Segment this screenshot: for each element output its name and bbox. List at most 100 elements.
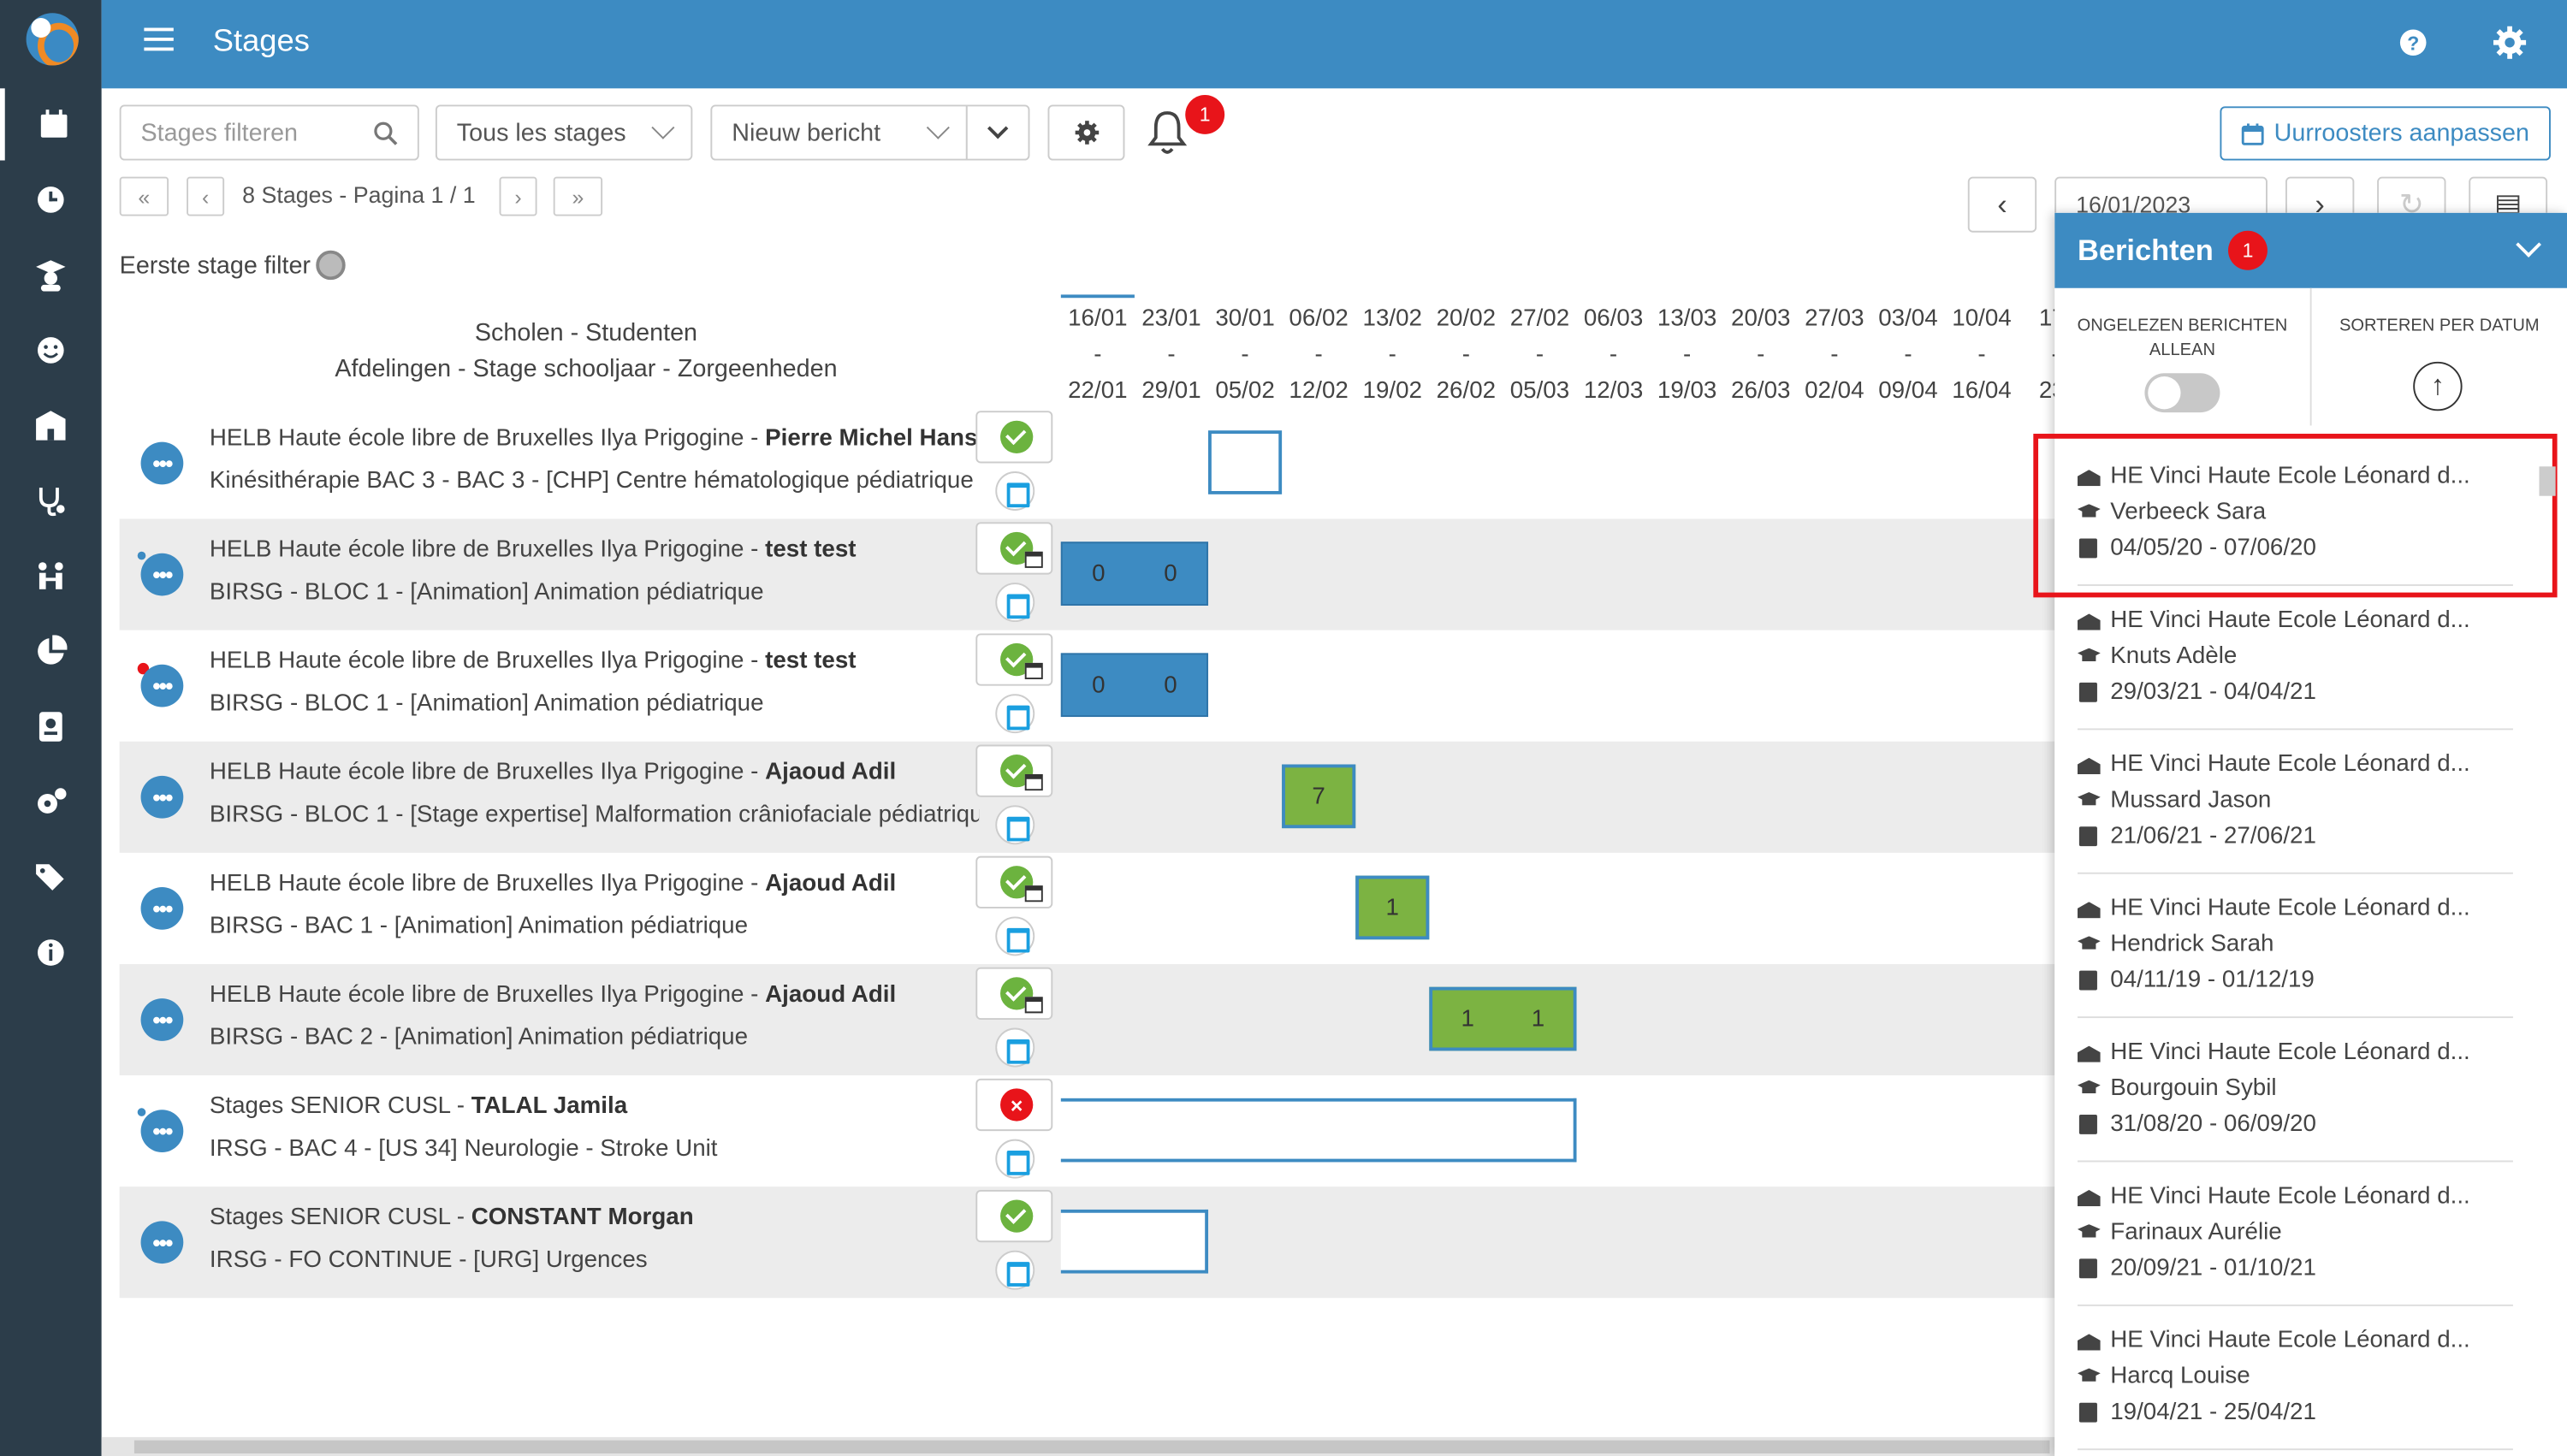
help-icon[interactable]: ? [2397, 27, 2429, 59]
calendar-icon [2078, 826, 2101, 847]
schedule-calendar-button[interactable] [995, 471, 1035, 511]
row-school: HELB Haute école libre de Bruxelles Ilya… [209, 981, 766, 1009]
row-student: Ajaoud Adil [765, 759, 897, 786]
previous-page-button[interactable]: ‹ [187, 176, 225, 216]
first-page-button[interactable]: « [119, 176, 169, 216]
stage-row[interactable]: ••• HELB Haute école libre de Bruxelles I… [120, 407, 2055, 518]
stage-row[interactable]: ••• HELB Haute école libre de Bruxelles I… [119, 741, 2055, 853]
edit-schedules-button[interactable]: Uurroosters aanpassen [2220, 106, 2551, 161]
graduate-icon [2078, 1222, 2101, 1242]
message-dates-line: 19/04/21 - 25/04/21 [2078, 1400, 2316, 1425]
message-type-select[interactable]: Nieuw bericht [710, 104, 968, 161]
smile-icon[interactable] [0, 314, 102, 386]
status-button[interactable] [975, 411, 1053, 464]
row-actions-button[interactable]: ••• [140, 887, 184, 930]
graduate-icon [2078, 1079, 2101, 1098]
status-button[interactable] [975, 1189, 1053, 1243]
message-item[interactable]: HE Vinci Haute Ecole Léonard d... Farinau… [2077, 1162, 2513, 1306]
row-actions-button[interactable]: ••• [140, 1221, 184, 1264]
status-button[interactable]: × [975, 1078, 1053, 1132]
graduate-icon[interactable] [0, 239, 102, 311]
schedule-calendar-button[interactable] [995, 1250, 1035, 1290]
message-school: HE Vinci Haute Ecole Léonard d... [2110, 1039, 2470, 1066]
stage-row[interactable]: ••• HELB Haute école libre de Bruxelles I… [119, 963, 2055, 1076]
tags-icon[interactable] [0, 841, 102, 913]
schedule-calendar-button[interactable] [995, 694, 1035, 734]
panel-scrollbar[interactable] [2539, 466, 2556, 496]
stage-bar[interactable]: 00 [1060, 542, 1209, 606]
message-item[interactable]: HE Vinci Haute Ecole Léonard d... Harcq L… [2077, 1306, 2513, 1451]
week-from: 03/04 [1878, 305, 1938, 333]
row-actions-button[interactable]: ••• [140, 998, 184, 1041]
message-dropdown-button[interactable] [965, 104, 1030, 161]
row-actions-button[interactable]: ••• [140, 1110, 184, 1152]
stage-bar[interactable] [1060, 1209, 1209, 1274]
status-button[interactable] [975, 967, 1053, 1020]
unread-only-toggle[interactable] [2144, 373, 2220, 413]
message-item[interactable]: HE Vinci Haute Ecole Léonard d... Bourgou… [2077, 1018, 2513, 1163]
status-button[interactable] [975, 744, 1053, 797]
status-button[interactable] [975, 633, 1053, 686]
school-icon [2078, 1187, 2101, 1206]
stage-bar[interactable]: 7 [1282, 764, 1356, 829]
notification-bell-icon[interactable] [1146, 108, 1189, 157]
schedule-calendar-button[interactable] [995, 805, 1035, 845]
stage-bar[interactable]: 00 [1060, 653, 1209, 718]
message-item[interactable]: HE Vinci Haute Ecole Léonard d... Knuts A… [2077, 586, 2513, 731]
row-actions-button[interactable]: ••• [140, 553, 184, 596]
pagination-text: 8 Stages - Pagina 1 / 1 [242, 181, 476, 208]
schedule-calendar-button[interactable] [995, 1027, 1035, 1068]
messages-panel-header[interactable]: Berichten 1 [2054, 212, 2567, 288]
row-actions-button[interactable]: ••• [140, 441, 184, 485]
message-item[interactable]: HE Vinci Haute Ecole Léonard d... Hendric… [2077, 874, 2513, 1019]
previous-week-button[interactable]: ‹ [1967, 176, 2037, 233]
stage-bar[interactable]: 1 [1355, 875, 1430, 940]
week-column-header: 27/03 - 02/04 [1798, 301, 1871, 409]
school-icon[interactable] [0, 389, 102, 461]
week-from: 13/03 [1657, 305, 1717, 333]
app-logo[interactable] [26, 13, 79, 66]
school-icon [2078, 1043, 2101, 1062]
users-transfer-icon[interactable] [0, 540, 102, 612]
svg-text:?: ? [2407, 32, 2419, 54]
stage-row[interactable]: ••• HELB Haute école libre de Bruxelles I… [120, 853, 2055, 964]
calendar-icon[interactable] [0, 88, 102, 161]
last-page-button[interactable]: » [553, 176, 603, 216]
calendar-icon [1024, 885, 1043, 903]
next-page-button[interactable]: › [499, 176, 537, 216]
stage-bar[interactable] [1060, 1098, 1577, 1163]
message-school-line: HE Vinci Haute Ecole Léonard d... [2078, 896, 2470, 922]
row-actions-button[interactable]: ••• [140, 664, 184, 707]
stethoscope-icon[interactable] [0, 465, 102, 536]
clock-icon[interactable] [0, 163, 102, 235]
settings-button[interactable] [1047, 104, 1125, 161]
pie-chart-icon[interactable] [0, 615, 102, 687]
menu-icon[interactable] [144, 27, 174, 57]
collapse-chevron-icon[interactable] [2516, 232, 2541, 257]
schedule-calendar-button[interactable] [995, 916, 1035, 956]
stage-bar[interactable] [1208, 430, 1283, 494]
cogs-icon[interactable] [0, 766, 102, 837]
sort-ascending-button[interactable]: ↑ [2413, 361, 2463, 411]
settings-icon[interactable] [2493, 26, 2527, 59]
horizontal-scrollbar[interactable] [101, 1436, 2055, 1456]
gear-icon [1074, 121, 1099, 145]
stage-bar[interactable]: 11 [1429, 986, 1577, 1051]
calendar-icon [2078, 1258, 2101, 1279]
week-column-header: 06/03 - 12/03 [1577, 301, 1651, 409]
week-separator: - [1609, 341, 1618, 369]
schedule-calendar-button[interactable] [995, 1139, 1035, 1179]
stage-type-select[interactable]: Tous les stages [435, 104, 693, 161]
status-button[interactable] [975, 855, 1053, 909]
stage-filter-input[interactable]: Stages filteren [119, 104, 419, 161]
id-card-icon[interactable] [0, 690, 102, 762]
award-icon[interactable] [316, 250, 346, 281]
week-column-header: 23/01 - 29/01 [1135, 301, 1208, 409]
schedule-calendar-button[interactable] [995, 583, 1035, 623]
status-button[interactable] [975, 522, 1053, 575]
message-student: Knuts Adèle [2110, 642, 2238, 670]
info-icon[interactable] [0, 916, 102, 988]
message-item[interactable]: HE Vinci Haute Ecole Léonard d... Mussard… [2077, 730, 2513, 874]
week-from: 23/01 [1141, 305, 1201, 333]
row-actions-button[interactable]: ••• [140, 775, 184, 819]
